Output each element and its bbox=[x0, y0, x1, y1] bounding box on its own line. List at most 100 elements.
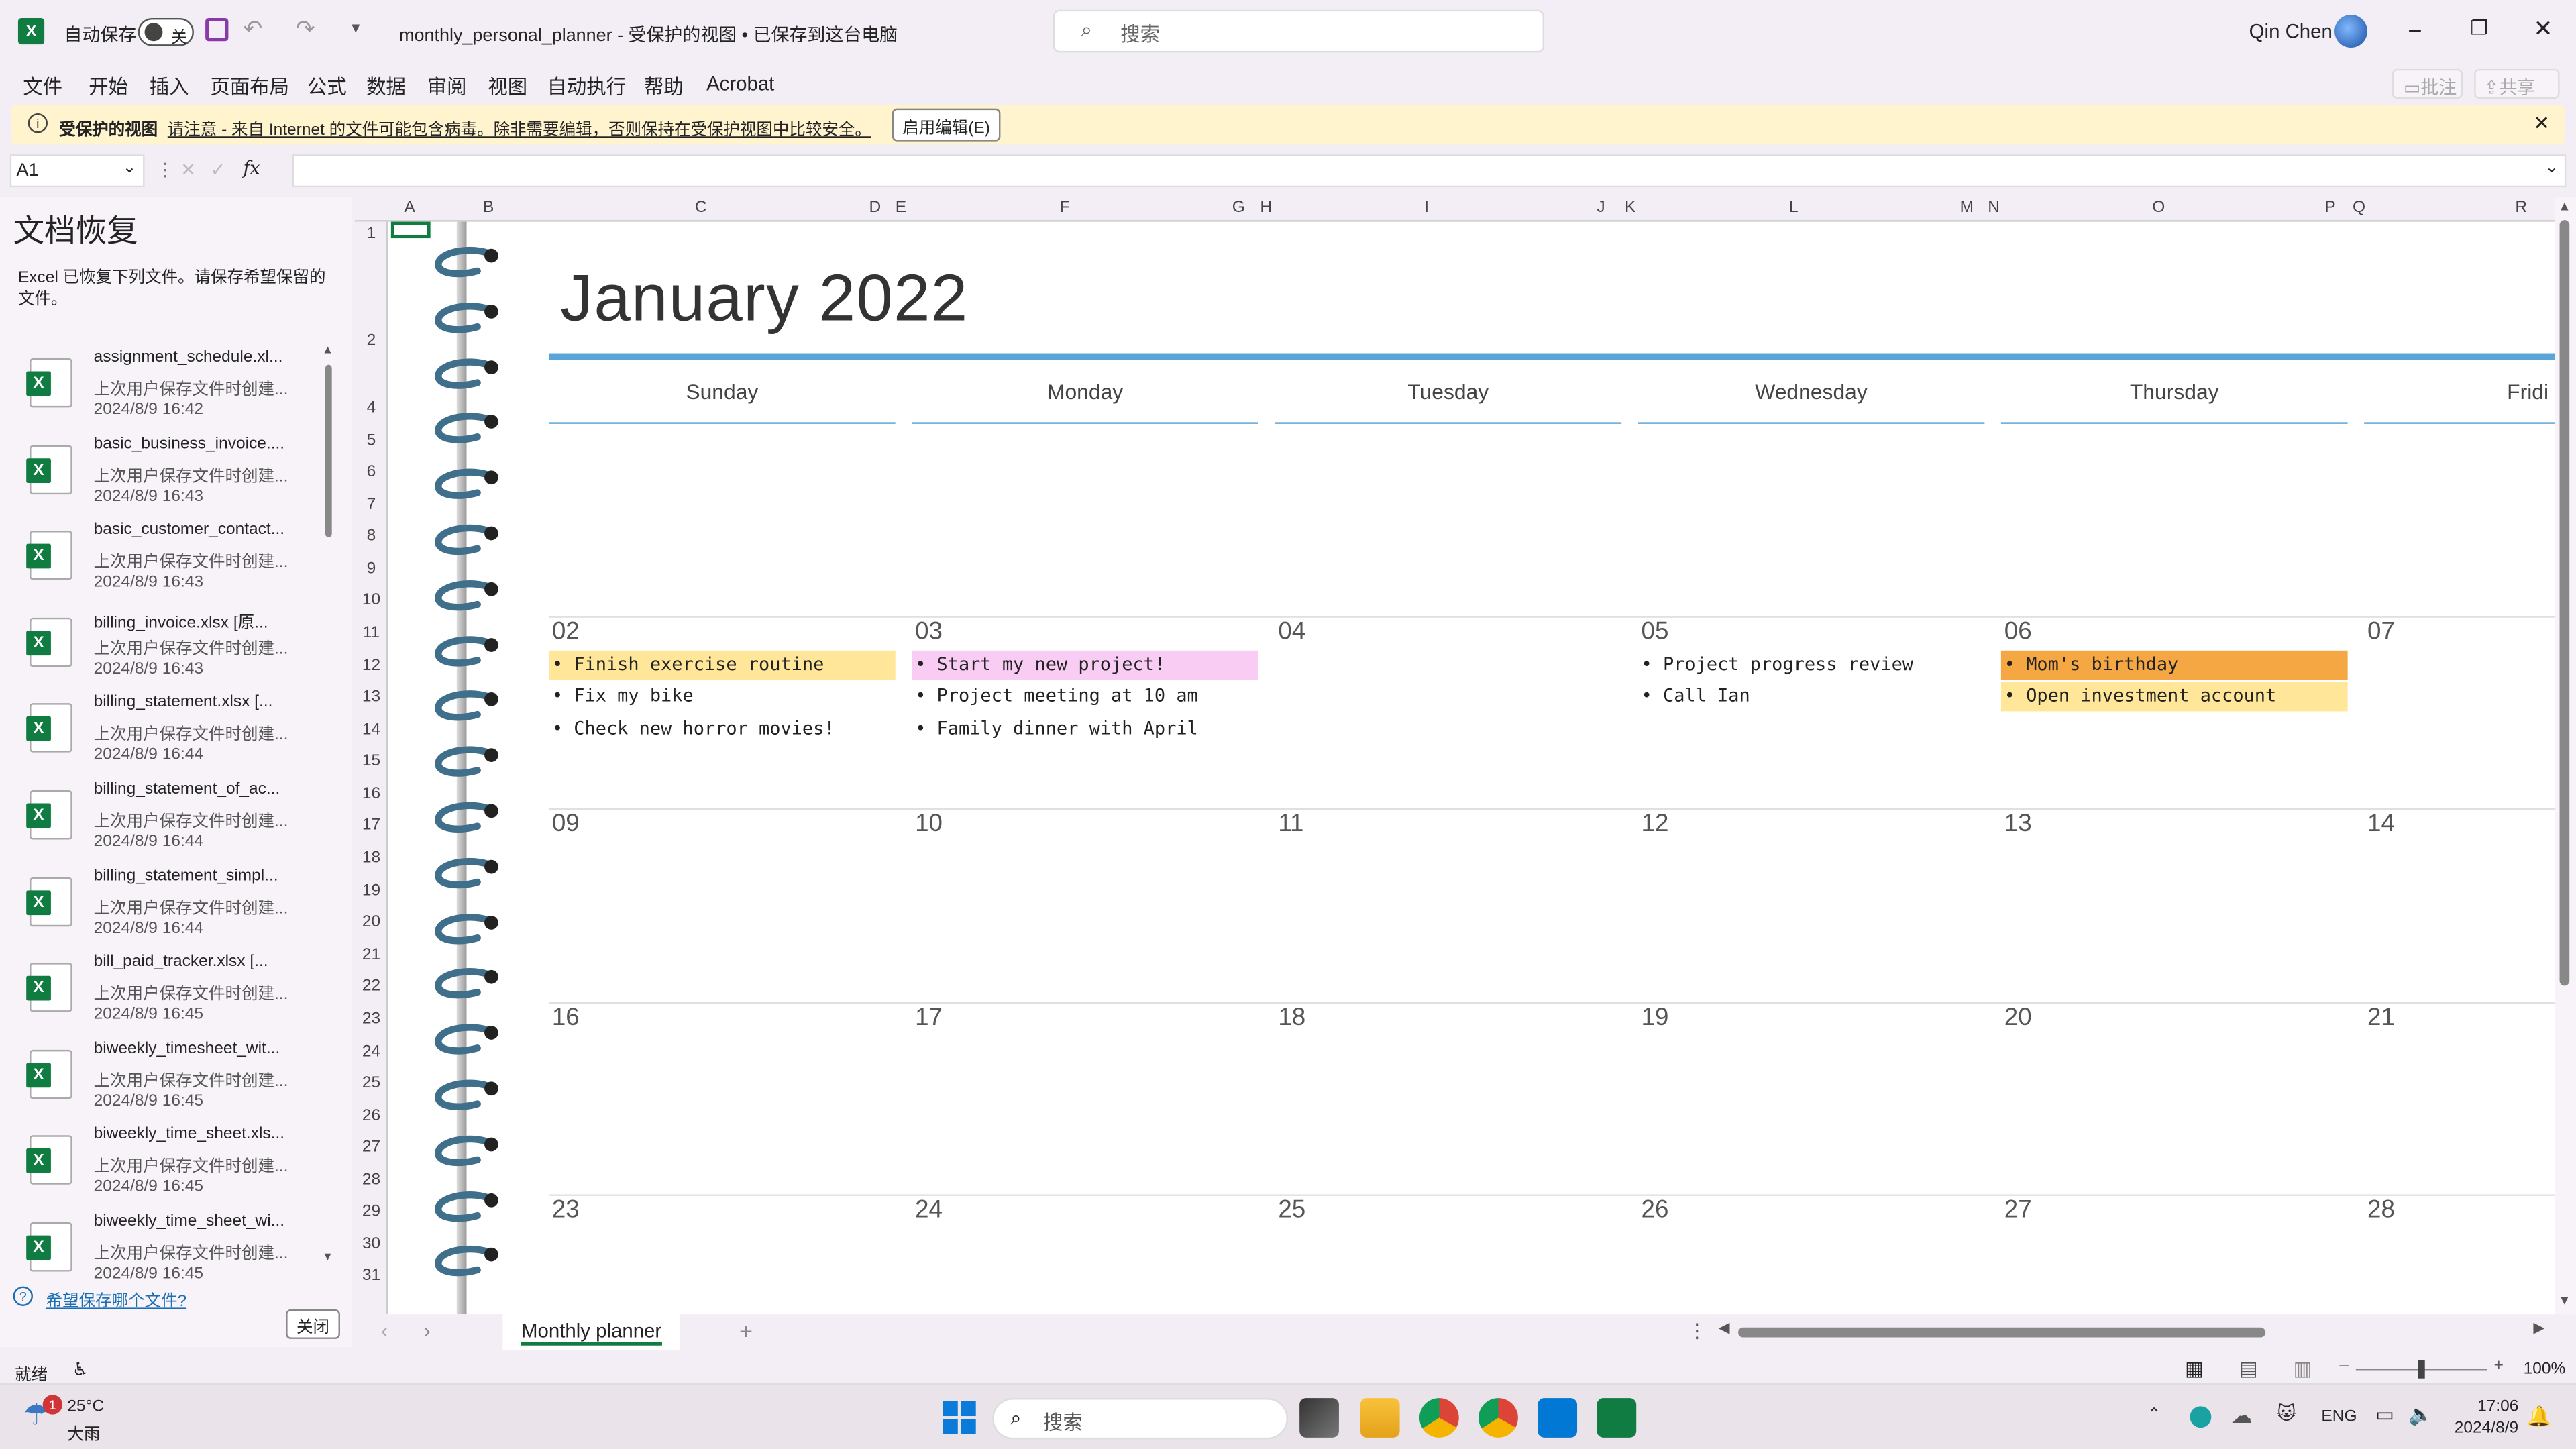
date-cell[interactable]: 03 bbox=[915, 618, 943, 646]
scroll-left-icon[interactable]: ◀ bbox=[1719, 1320, 1730, 1338]
weather-desc[interactable]: 大雨 bbox=[67, 1419, 100, 1444]
next-sheet-icon[interactable]: › bbox=[424, 1320, 431, 1342]
menu-data[interactable]: 数据 bbox=[366, 72, 406, 101]
scroll-down-icon[interactable]: ▼ bbox=[2558, 1293, 2571, 1307]
date-cell[interactable]: 04 bbox=[1278, 618, 1305, 646]
insert-function-icon[interactable]: fx bbox=[243, 158, 260, 179]
scroll-thumb[interactable] bbox=[325, 364, 332, 537]
add-sheet-icon[interactable]: + bbox=[739, 1318, 753, 1344]
column-header[interactable]: M bbox=[1960, 199, 1974, 217]
menu-insert[interactable]: 插入 bbox=[150, 72, 189, 101]
recovered-file-item[interactable]: Xbasic_business_invoice.... 上次用户保存文件时创建..… bbox=[0, 435, 321, 520]
date-cell[interactable]: 06 bbox=[2004, 618, 2032, 646]
date-cell[interactable]: 13 bbox=[2004, 810, 2032, 838]
menu-home[interactable]: 开始 bbox=[89, 72, 128, 101]
event-item[interactable]: • Mom's birthday bbox=[2000, 650, 2348, 680]
vertical-scrollbar[interactable]: ▲ ▼ bbox=[2555, 197, 2576, 1315]
date-cell[interactable]: 09 bbox=[552, 810, 580, 838]
scroll-up-icon[interactable]: ▲ bbox=[322, 345, 333, 356]
date-cell[interactable]: 20 bbox=[2004, 1004, 2032, 1032]
name-box[interactable]: A1 ⌄ bbox=[9, 154, 145, 188]
cancel-icon[interactable]: ✕ bbox=[180, 160, 196, 180]
file-explorer-icon[interactable] bbox=[1360, 1398, 1400, 1438]
date-cell[interactable]: 23 bbox=[552, 1196, 580, 1224]
event-item[interactable]: • Family dinner with April bbox=[912, 714, 1258, 744]
customize-toolbar-icon[interactable]: ▾ bbox=[352, 19, 360, 38]
redo-icon[interactable]: ↷ bbox=[296, 15, 315, 43]
scroll-thumb[interactable] bbox=[2559, 220, 2570, 986]
date-cell[interactable]: 14 bbox=[2367, 810, 2395, 838]
date-cell[interactable]: 07 bbox=[2367, 618, 2395, 646]
date-cell[interactable]: 12 bbox=[1642, 810, 1669, 838]
column-header[interactable]: H bbox=[1260, 199, 1272, 217]
close-pane-button[interactable]: 关闭 bbox=[286, 1309, 340, 1339]
enable-editing-button[interactable]: 启用编辑(E) bbox=[892, 108, 1001, 142]
column-header[interactable]: L bbox=[1789, 199, 1799, 217]
sheet-tab-monthly-planner[interactable]: Monthly planner bbox=[502, 1314, 680, 1351]
recovered-file-item[interactable]: Xbilling_statement_simpl... 上次用户保存文件时创建..… bbox=[0, 867, 321, 952]
horizontal-scrollbar[interactable]: ◀ ▶ bbox=[1719, 1320, 2557, 1342]
date-cell[interactable]: 19 bbox=[1642, 1004, 1669, 1032]
chevron-down-icon[interactable]: ⌄ bbox=[879, 19, 891, 38]
expand-formula-icon[interactable]: ⌄ bbox=[2545, 160, 2559, 178]
date-cell[interactable]: 11 bbox=[1278, 810, 1303, 838]
accessibility-icon[interactable]: ♿ bbox=[72, 1358, 89, 1380]
recovered-file-item[interactable]: Xbiweekly_time_sheet_wi... 上次用户保存文件时创建...… bbox=[0, 1212, 321, 1297]
clock-time[interactable]: 17:06 bbox=[2477, 1398, 2518, 1416]
notification-icon[interactable]: 🔔 bbox=[2527, 1405, 2552, 1428]
date-cell[interactable]: 05 bbox=[1642, 618, 1669, 646]
undo-icon[interactable]: ↶ bbox=[243, 15, 262, 43]
excel-taskbar-icon[interactable] bbox=[1597, 1398, 1637, 1438]
avatar[interactable] bbox=[2334, 15, 2368, 48]
zoom-out-icon[interactable]: – bbox=[2339, 1357, 2349, 1375]
close-window-icon[interactable]: ✕ bbox=[2530, 15, 2556, 43]
edge-icon[interactable] bbox=[2190, 1406, 2212, 1428]
menu-file[interactable]: 文件 bbox=[23, 72, 62, 101]
column-header[interactable]: G bbox=[1232, 199, 1245, 217]
recovered-file-item[interactable]: Xbiweekly_timesheet_wit... 上次用户保存文件时创建...… bbox=[0, 1040, 321, 1125]
menu-acrobat[interactable]: Acrobat bbox=[706, 72, 774, 95]
app-tray-icon[interactable]: 🐱 bbox=[2277, 1403, 2296, 1424]
page-break-icon[interactable]: ▥ bbox=[2294, 1357, 2312, 1380]
date-cell[interactable]: 02 bbox=[552, 618, 580, 646]
language-indicator[interactable]: ENG bbox=[2321, 1408, 2357, 1426]
page-layout-icon[interactable]: ▤ bbox=[2239, 1357, 2258, 1380]
zoom-thumb[interactable] bbox=[2418, 1360, 2425, 1379]
zoom-in-icon[interactable]: + bbox=[2494, 1357, 2504, 1375]
event-item[interactable]: • Project progress review bbox=[1638, 651, 1985, 680]
chevron-up-icon[interactable]: ⌃ bbox=[2147, 1406, 2161, 1424]
volume-icon[interactable]: 🔈 bbox=[2408, 1403, 2433, 1426]
column-header[interactable]: C bbox=[695, 199, 707, 217]
minimize-icon[interactable]: – bbox=[2402, 16, 2428, 41]
prev-sheet-icon[interactable]: ‹ bbox=[381, 1320, 388, 1342]
more-icon[interactable]: ⋮ bbox=[1687, 1320, 1707, 1342]
user-name[interactable]: Qin Chen bbox=[2249, 19, 2332, 42]
column-header[interactable]: F bbox=[1060, 199, 1070, 217]
date-cell[interactable]: 26 bbox=[1642, 1196, 1669, 1224]
worksheet-grid[interactable]: ABCDEFGHIJKLMNOPQR 1 2 4 5 6 7 8 9 10 11 12 13 14 15 1… bbox=[354, 197, 2576, 1315]
enter-icon[interactable]: ✓ bbox=[210, 160, 225, 180]
comments-button[interactable]: ▭批注 bbox=[2392, 68, 2463, 99]
taskbar-search[interactable]: ⌕ 搜索 bbox=[992, 1398, 1289, 1440]
share-button[interactable]: ⇪共享 bbox=[2474, 68, 2560, 99]
recovered-file-item[interactable]: Xbasic_customer_contact... 上次用户保存文件时创建...… bbox=[0, 521, 321, 606]
date-cell[interactable]: 27 bbox=[2004, 1196, 2032, 1224]
autosave-toggle[interactable]: 关 bbox=[138, 17, 194, 48]
column-header[interactable]: J bbox=[1597, 199, 1605, 217]
event-item[interactable]: • Open investment account bbox=[2000, 682, 2348, 712]
recovered-file-item[interactable]: Xassignment_schedule.xl... 上次用户保存文件时创建...… bbox=[0, 348, 321, 433]
column-header[interactable]: O bbox=[2152, 199, 2165, 217]
menu-automate[interactable]: 自动执行 bbox=[547, 72, 627, 101]
column-header[interactable]: K bbox=[1625, 199, 1635, 217]
scroll-thumb[interactable] bbox=[1738, 1327, 2266, 1338]
date-cell[interactable]: 16 bbox=[552, 1004, 580, 1032]
task-view-icon[interactable] bbox=[1299, 1398, 1339, 1438]
date-cell[interactable]: 25 bbox=[1278, 1196, 1305, 1224]
search-box[interactable]: ⌕ 搜索 bbox=[1053, 9, 1545, 53]
document-title[interactable]: monthly_personal_planner - 受保护的视图 • 已保存到… bbox=[399, 21, 898, 48]
column-header[interactable]: P bbox=[2324, 199, 2335, 217]
chrome-profile-icon[interactable] bbox=[1479, 1398, 1518, 1438]
date-cell[interactable]: 24 bbox=[915, 1196, 943, 1224]
weather-temp[interactable]: 25°C bbox=[67, 1398, 104, 1416]
column-header[interactable]: Q bbox=[2353, 199, 2365, 217]
